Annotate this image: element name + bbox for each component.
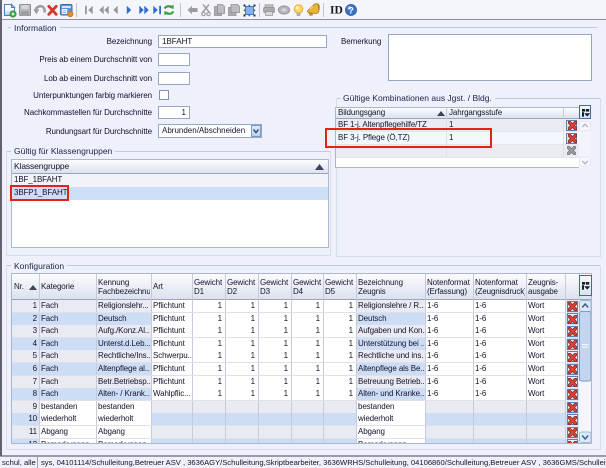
svg-text:?: ? — [348, 5, 354, 15]
svg-text:ID: ID — [330, 5, 343, 17]
